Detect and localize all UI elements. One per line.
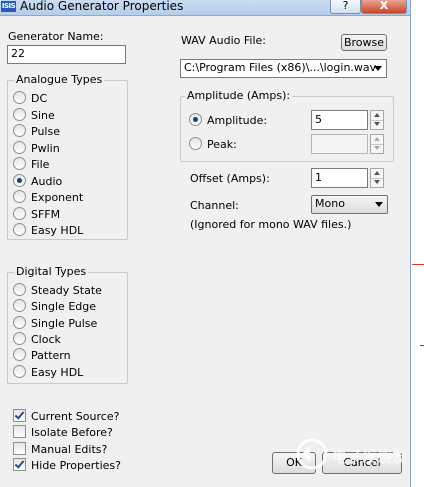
option-label: Pulse	[31, 125, 60, 138]
option-label: Exponent	[31, 191, 84, 204]
option-label: Pwlin	[31, 141, 60, 155]
audio-generator-dialog: ISIS Audio Generator Properties ? X Gene…	[0, 0, 411, 487]
checkbox-box[interactable]	[13, 441, 26, 455]
close-button[interactable]: X	[361, 0, 407, 14]
radio-button[interactable]	[13, 157, 26, 170]
option-label: Single Pulse	[31, 316, 98, 330]
checkbox-box[interactable]	[13, 457, 26, 471]
amplitude-radio-label: Amplitude:	[207, 114, 268, 127]
peak-radio[interactable]: Peak:	[189, 137, 237, 151]
radio-button[interactable]	[13, 223, 26, 236]
radio-button[interactable]	[13, 173, 26, 187]
wav-file-label: WAV Audio File:	[181, 34, 266, 47]
digital-types-title: Digital Types	[14, 265, 89, 278]
radio-button[interactable]	[13, 91, 26, 104]
peak-radio-label: Peak:	[207, 138, 237, 151]
radio-button[interactable]	[13, 283, 26, 296]
option-label: Easy HDL	[31, 224, 84, 237]
analogue-option-file[interactable]: File	[13, 157, 49, 171]
option-label: Easy HDL	[31, 365, 84, 379]
amplitude-group-title: Amplitude (Amps):	[185, 89, 293, 102]
checkbox-box[interactable]	[13, 425, 26, 439]
analogue-option-easy-hdl[interactable]: Easy HDL	[13, 223, 83, 237]
channel-select[interactable]: Mono	[311, 195, 388, 214]
digital-option-single-edge[interactable]: Single Edge	[13, 299, 96, 313]
digital-option-single-pulse[interactable]: Single Pulse	[13, 315, 98, 330]
radio-button[interactable]	[13, 190, 26, 203]
radio-button[interactable]	[13, 140, 26, 154]
chevron-down-icon	[374, 66, 382, 71]
watermark-graphic: 电子发烧友	[296, 438, 407, 470]
checkbox-hide-properties[interactable]: Hide Properties?	[13, 457, 122, 472]
offset-input[interactable]: 1	[311, 168, 368, 188]
radio-button[interactable]	[13, 348, 26, 362]
checkbox-label: Manual Edits?	[31, 442, 108, 456]
digital-option-steady-state[interactable]: Steady State	[13, 283, 102, 297]
watermark-logo: 电子发烧友	[290, 432, 407, 478]
amplitude-radio[interactable]: Amplitude:	[189, 113, 267, 127]
radio-button[interactable]	[13, 206, 26, 220]
amplitude-spin-down-icon[interactable]	[371, 120, 383, 129]
checkbox-label: Hide Properties?	[31, 458, 122, 472]
analogue-option-sine[interactable]: Sine	[13, 107, 55, 122]
amplitude-radio-button[interactable]	[189, 113, 202, 126]
amplitude-input[interactable]: 5	[311, 110, 368, 130]
offset-spin-down-icon[interactable]	[371, 178, 383, 187]
peak-input[interactable]	[311, 134, 368, 154]
background-red-line	[412, 264, 424, 265]
offset-spinner[interactable]	[370, 168, 384, 188]
peak-spin-down-icon[interactable]	[371, 144, 383, 153]
app-icon: ISIS	[1, 1, 16, 12]
checkbox-isolate-before[interactable]: Isolate Before?	[13, 425, 113, 439]
option-label: Clock	[31, 332, 61, 346]
background-tick	[420, 345, 424, 346]
analogue-types-title: Analogue Types	[14, 73, 105, 86]
digital-option-pattern[interactable]: Pattern	[13, 348, 71, 362]
digital-option-easy-hdl[interactable]: Easy HDL	[13, 364, 84, 379]
analogue-option-audio[interactable]: Audio	[13, 173, 63, 188]
window-title: Audio Generator Properties	[20, 0, 184, 13]
generator-name-input[interactable]: 22	[7, 45, 126, 64]
option-label: Pattern	[31, 349, 71, 363]
option-label: Steady State	[31, 284, 102, 297]
browse-button[interactable]: Browse	[341, 34, 387, 51]
channel-note: (Ignored for mono WAV files.)	[190, 218, 352, 231]
analogue-option-pulse[interactable]: Pulse	[13, 124, 60, 138]
analogue-option-exponent[interactable]: Exponent	[13, 190, 83, 204]
radio-button[interactable]	[13, 364, 26, 378]
peak-spinner[interactable]	[370, 134, 384, 154]
radio-button[interactable]	[13, 315, 26, 329]
digital-option-clock[interactable]: Clock	[13, 331, 61, 346]
channel-label: Channel:	[190, 199, 239, 212]
checkbox-current-source[interactable]: Current Source?	[13, 409, 119, 423]
analogue-option-sffm[interactable]: SFFM	[13, 206, 61, 221]
checkbox-box[interactable]	[13, 409, 26, 422]
offset-label: Offset (Amps):	[190, 172, 270, 185]
radio-button[interactable]	[13, 299, 26, 313]
option-label: Single Edge	[31, 300, 96, 314]
channel-value: Mono	[315, 197, 345, 210]
option-label: Sine	[31, 108, 55, 122]
title-bar[interactable]: ISIS Audio Generator Properties ? X	[0, 0, 410, 16]
wav-file-path: C:\Program Files (x86)\...\login.wav	[184, 61, 377, 74]
option-label: File	[31, 158, 50, 171]
analogue-option-dc[interactable]: DC	[13, 91, 47, 105]
chevron-down-icon	[375, 202, 383, 207]
radio-button[interactable]	[13, 124, 26, 137]
watermark-text: 电子发烧友	[332, 448, 405, 466]
option-label: SFFM	[31, 207, 61, 221]
option-label: DC	[31, 92, 48, 105]
wav-file-combo[interactable]: C:\Program Files (x86)\...\login.wav	[180, 59, 387, 78]
option-label: Audio	[31, 174, 63, 188]
radio-button[interactable]	[13, 107, 26, 121]
checkbox-label: Current Source?	[31, 410, 120, 423]
peak-radio-button[interactable]	[189, 137, 202, 150]
help-button[interactable]: ?	[330, 0, 361, 14]
checkbox-manual-edits[interactable]: Manual Edits?	[13, 441, 108, 456]
analogue-option-pwlin[interactable]: Pwlin	[13, 140, 60, 155]
amplitude-spinner[interactable]	[370, 110, 384, 130]
generator-name-label: Generator Name:	[8, 30, 104, 43]
radio-button[interactable]	[13, 331, 26, 345]
checkbox-label: Isolate Before?	[31, 426, 113, 440]
